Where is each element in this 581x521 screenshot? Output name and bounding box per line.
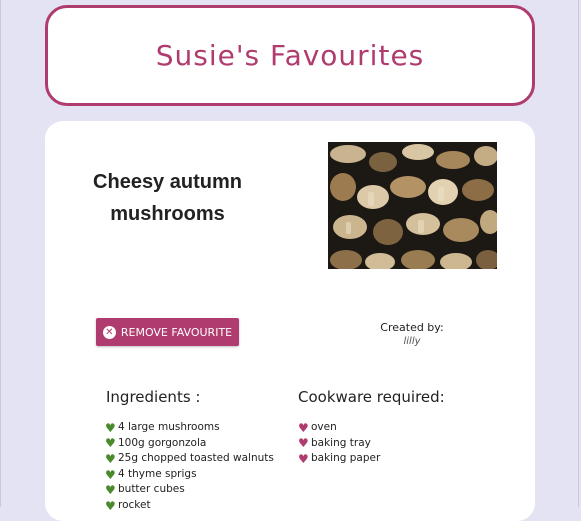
ingredient-text: rocket — [118, 498, 151, 511]
list-item: ♥ 25g chopped toasted walnuts — [105, 451, 274, 467]
recipe-title-line1: Cheesy autumn — [93, 171, 242, 193]
created-by-user: lilly — [403, 336, 421, 347]
ingredients-list: ♥ 4 large mushrooms ♥ 100g gorgonzola ♥ 25g… — [105, 420, 274, 514]
site-title: Susie's Favourites — [155, 39, 425, 72]
list-item: ♥ butter cubes — [105, 482, 274, 498]
remove-favourite-label: REMOVE FAVOURITE — [120, 325, 233, 339]
recipe-title: Cheesy autumn mushrooms — [85, 166, 250, 230]
created-by-label: Created by: — [380, 321, 444, 334]
ingredient-text: 4 thyme sprigs — [118, 467, 197, 480]
recipe-photo — [328, 142, 497, 269]
ingredient-text: butter cubes — [118, 483, 185, 496]
cookware-list: ♥ oven ♥ baking tray ♥ baking paper — [298, 420, 380, 467]
list-item: ♥ oven — [298, 420, 380, 436]
ingredients-heading: Ingredients : — [106, 388, 201, 406]
ingredient-text: 100g gorgonzola — [118, 436, 207, 449]
site-header: Susie's Favourites — [45, 5, 535, 106]
cookware-heading: Cookware required: — [298, 388, 445, 406]
heart-icon: ♥ — [105, 420, 116, 435]
list-item: ♥ 4 large mushrooms — [105, 420, 274, 436]
heart-icon: ♥ — [298, 451, 309, 466]
heart-icon: ♥ — [298, 420, 309, 435]
list-item: ♥ rocket — [105, 498, 274, 514]
recipe-card: Cheesy autumn mushrooms ✕ REMOVE FAVOURI… — [45, 121, 535, 521]
heart-icon: ♥ — [105, 498, 116, 513]
cookware-text: baking paper — [311, 452, 381, 465]
cookware-text: baking tray — [311, 436, 371, 449]
ingredient-text: 25g chopped toasted walnuts — [118, 452, 274, 465]
cookware-text: oven — [311, 421, 337, 433]
heart-icon: ♥ — [105, 451, 116, 466]
recipe-title-line2: mushrooms — [110, 203, 225, 225]
heart-icon: ♥ — [105, 436, 116, 451]
heart-icon: ♥ — [105, 483, 116, 498]
list-item: ♥ 100g gorgonzola — [105, 436, 274, 452]
heart-icon: ♥ — [298, 436, 309, 451]
ingredient-text: 4 large mushrooms — [118, 421, 220, 433]
close-circle-icon: ✕ — [102, 325, 116, 339]
remove-favourite-button[interactable]: ✕ REMOVE FAVOURITE — [96, 318, 239, 346]
heart-icon: ♥ — [105, 467, 116, 482]
mushroom-photo-image — [328, 142, 497, 269]
list-item: ♥ baking tray — [298, 436, 380, 452]
list-item: ♥ baking paper — [298, 451, 380, 467]
list-item: ♥ 4 thyme sprigs — [105, 467, 274, 483]
